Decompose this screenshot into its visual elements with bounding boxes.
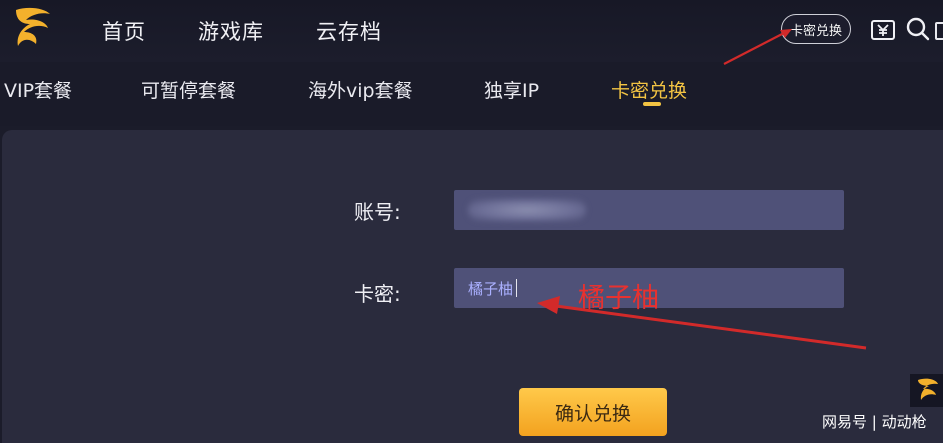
top-navigation-bar: 首页 游戏库 云存档 卡密兑换 bbox=[0, 0, 943, 62]
search-icon[interactable] bbox=[905, 16, 931, 42]
device-icon[interactable] bbox=[935, 22, 943, 40]
tab-vip-package[interactable]: VIP套餐 bbox=[4, 76, 72, 103]
tab-pausable-package[interactable]: 可暂停套餐 bbox=[141, 76, 236, 103]
card-key-value: 橘子柚 bbox=[468, 279, 514, 298]
watermark-logo-icon bbox=[910, 374, 943, 407]
blurred-account-value bbox=[468, 199, 586, 221]
nav-game-library[interactable]: 游戏库 bbox=[198, 16, 264, 46]
account-label: 账号: bbox=[354, 200, 401, 224]
card-key-label: 卡密: bbox=[354, 282, 401, 306]
active-tab-indicator bbox=[643, 102, 661, 106]
text-cursor bbox=[516, 279, 518, 297]
nav-home[interactable]: 首页 bbox=[102, 16, 146, 46]
package-tabs: VIP套餐 可暂停套餐 海外vip套餐 独享IP 卡密兑换 bbox=[0, 62, 943, 126]
nav-cloud-saves[interactable]: 云存档 bbox=[316, 16, 382, 46]
account-input[interactable] bbox=[454, 190, 844, 230]
tab-overseas-vip-package[interactable]: 海外vip套餐 bbox=[308, 76, 413, 103]
tab-dedicated-ip[interactable]: 独享IP bbox=[484, 76, 539, 103]
annotation-text: 橘子柚 bbox=[578, 283, 659, 314]
card-redeem-button[interactable]: 卡密兑换 bbox=[781, 14, 852, 44]
watermark-text: 网易号 | 动动枪 bbox=[822, 413, 927, 431]
main-nav: 首页 游戏库 云存档 bbox=[102, 16, 434, 46]
app-logo-icon[interactable] bbox=[6, 4, 58, 54]
yen-wallet-icon[interactable] bbox=[870, 18, 896, 42]
tab-card-redeem[interactable]: 卡密兑换 bbox=[611, 76, 687, 103]
confirm-redeem-button[interactable]: 确认兑换 bbox=[519, 388, 667, 436]
